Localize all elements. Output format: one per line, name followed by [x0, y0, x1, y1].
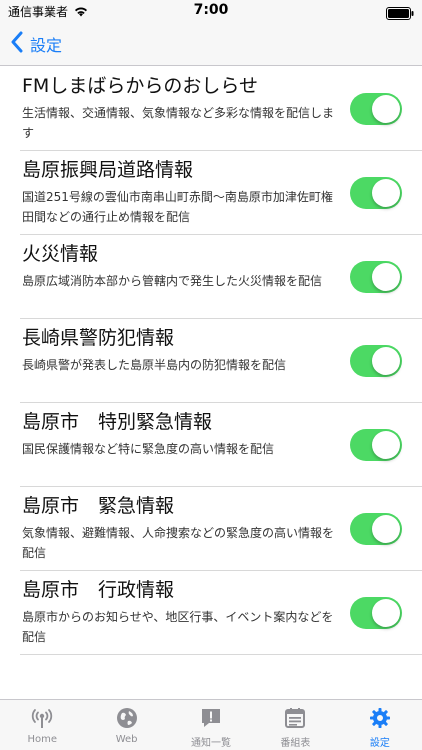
battery-icon — [386, 5, 414, 20]
toggle-knob — [372, 515, 400, 543]
setting-description: 島原広域消防本部から管轄内で発生した火災情報を配信 — [22, 274, 323, 288]
setting-row-road-info: 島原振興局道路情報 国道251号線の雲仙市南串山町赤間〜南島原市加津佐町権田間な… — [20, 151, 422, 235]
tab-schedule[interactable]: 番組表 — [253, 700, 337, 750]
setting-title: FMしまばらからのおしらせ — [22, 75, 258, 97]
setting-row-fm-notice: FMしまばらからのおしらせ 生活情報、交通情報、気象情報など多彩な情報を配信しま… — [20, 67, 422, 151]
setting-toggle[interactable] — [350, 345, 402, 377]
setting-toggle[interactable] — [350, 513, 402, 545]
calendar-icon — [283, 706, 307, 730]
toggle-knob — [372, 95, 400, 123]
tab-home[interactable]: Home — [0, 700, 84, 750]
setting-description: 生活情報、交通情報、気象情報など多彩な情報を配信します — [22, 106, 335, 140]
back-label: 設定 — [30, 36, 63, 55]
chevron-left-icon — [10, 31, 24, 57]
globe-icon — [115, 706, 139, 730]
setting-row-special-emergency: 島原市 特別緊急情報 国民保護情報など特に緊急度の高い情報を配信 — [20, 403, 422, 487]
alert-icon — [199, 706, 223, 730]
broadcast-icon — [30, 706, 54, 730]
gear-icon — [368, 706, 392, 730]
setting-description: 島原市からのお知らせや、地区行事、イベント案内などを配信 — [22, 610, 334, 644]
setting-description: 国民保護情報など特に緊急度の高い情報を配信 — [22, 442, 275, 456]
setting-row-fire-info: 火災情報 島原広域消防本部から管轄内で発生した火災情報を配信 — [20, 235, 422, 319]
tab-label: 番組表 — [280, 738, 311, 749]
back-button[interactable]: 設定 — [10, 22, 62, 66]
toggle-knob — [372, 347, 400, 375]
setting-title: 長崎県警防犯情報 — [22, 327, 175, 349]
setting-row-admin-info: 島原市 行政情報 島原市からのお知らせや、地区行事、イベント案内などを配信 — [20, 571, 422, 655]
setting-toggle[interactable] — [350, 429, 402, 461]
toggle-knob — [372, 263, 400, 291]
tab-label: 通知一覧 — [191, 738, 232, 749]
setting-toggle[interactable] — [350, 177, 402, 209]
navigation-bar: 設定 — [0, 22, 422, 66]
toggle-knob — [372, 599, 400, 627]
setting-toggle[interactable] — [350, 597, 402, 629]
status-bar: 通信事業者 7:00 — [0, 0, 422, 22]
tab-bar: Home Web 通知一覧 番組表 設定 — [0, 699, 422, 750]
status-time: 7:00 — [193, 2, 229, 18]
setting-toggle[interactable] — [350, 93, 402, 125]
setting-title: 島原振興局道路情報 — [22, 159, 194, 181]
toggle-knob — [372, 179, 400, 207]
setting-title: 島原市 緊急情報 — [22, 495, 175, 517]
setting-row-police-info: 長崎県警防犯情報 長崎県警が発表した島原半島内の防犯情報を配信 — [20, 319, 422, 403]
tab-label: Web — [115, 734, 138, 745]
setting-description: 長崎県警が発表した島原半島内の防犯情報を配信 — [22, 358, 287, 372]
setting-row-emergency: 島原市 緊急情報 気象情報、避難情報、人命捜索などの緊急度の高い情報を配信 — [20, 487, 422, 571]
setting-description: 気象情報、避難情報、人命捜索などの緊急度の高い情報を配信 — [22, 526, 335, 560]
toggle-knob — [372, 431, 400, 459]
settings-list: FMしまばらからのおしらせ 生活情報、交通情報、気象情報など多彩な情報を配信しま… — [0, 67, 422, 655]
setting-title: 島原市 特別緊急情報 — [22, 411, 213, 433]
tab-settings[interactable]: 設定 — [338, 700, 422, 750]
setting-description: 国道251号線の雲仙市南串山町赤間〜南島原市加津佐町権田間などの通行止め情報を配… — [22, 190, 333, 224]
setting-title: 火災情報 — [22, 243, 99, 265]
setting-title: 島原市 行政情報 — [22, 579, 175, 601]
setting-toggle[interactable] — [350, 261, 402, 293]
tab-web[interactable]: Web — [84, 700, 168, 750]
tab-notifications[interactable]: 通知一覧 — [169, 700, 253, 750]
tab-label: Home — [27, 734, 57, 745]
tab-label: 設定 — [369, 738, 390, 749]
